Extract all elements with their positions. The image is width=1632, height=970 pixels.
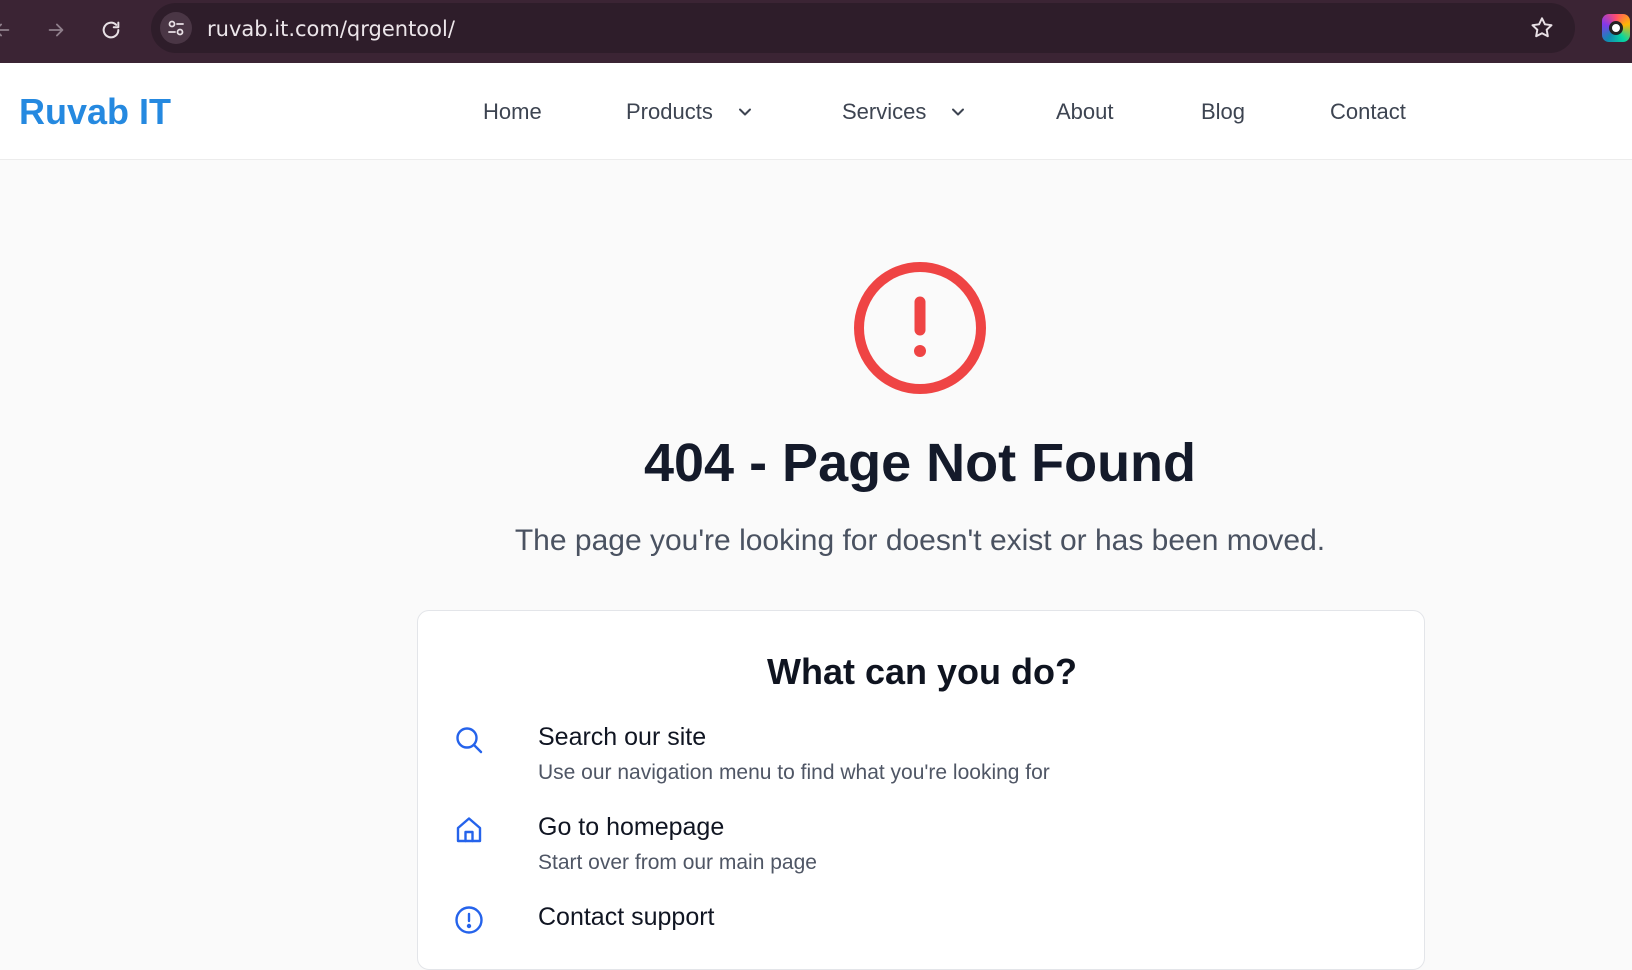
site-settings-icon[interactable] <box>160 12 192 44</box>
browser-toolbar: ruvab.it.com/qrgentool/ <box>0 0 1632 63</box>
reload-icon[interactable] <box>93 12 129 48</box>
nav-blog-label: Blog <box>1201 99 1246 124</box>
chevron-down-icon <box>738 108 751 116</box>
search-icon <box>456 727 483 754</box>
bookmark-star-icon[interactable] <box>1529 15 1555 41</box>
site-logo[interactable]: Ruvab IT <box>19 91 171 133</box>
nav-about-label: About <box>1056 99 1114 124</box>
nav-products-label: Products <box>626 99 713 124</box>
extension-icon[interactable] <box>1602 14 1630 42</box>
nav-contact[interactable]: Contact <box>1330 99 1406 125</box>
option-description: Start over from our main page <box>538 851 817 874</box>
page-title: 404 - Page Not Found <box>643 433 1197 493</box>
forward-arrow-icon[interactable] <box>38 12 74 48</box>
nav-services[interactable]: Services <box>842 99 968 125</box>
main-content: 404 - Page Not Found The page you're loo… <box>0 160 1632 970</box>
help-card-title: What can you do? <box>767 651 1077 692</box>
chevron-down-icon <box>952 108 965 116</box>
option-title: Contact support <box>538 903 715 931</box>
option-description: Use our navigation menu to find what you… <box>538 761 1050 784</box>
back-arrow-icon[interactable] <box>0 12 20 48</box>
nav-home-label: Home <box>483 99 542 124</box>
option-title: Go to homepage <box>538 813 725 841</box>
site-header: Ruvab IT Home Products Services About Bl… <box>0 63 1632 160</box>
info-circle-icon <box>455 906 483 934</box>
exclamation-circle-icon <box>854 262 986 394</box>
nav-contact-label: Contact <box>1330 99 1406 124</box>
nav-services-label: Services <box>842 99 927 124</box>
url-text[interactable]: ruvab.it.com/qrgentool/ <box>207 17 455 41</box>
nav-products[interactable]: Products <box>626 99 755 125</box>
error-message: The page you're looking for doesn't exis… <box>514 524 1326 557</box>
home-icon <box>456 817 482 843</box>
nav-blog[interactable]: Blog <box>1201 99 1245 125</box>
help-card: What can you do? Search our site Use our… <box>417 610 1425 970</box>
nav-home[interactable]: Home <box>483 99 542 125</box>
option-title: Search our site <box>538 723 707 751</box>
nav-about[interactable]: About <box>1056 99 1114 125</box>
address-bar[interactable]: ruvab.it.com/qrgentool/ <box>151 3 1575 53</box>
